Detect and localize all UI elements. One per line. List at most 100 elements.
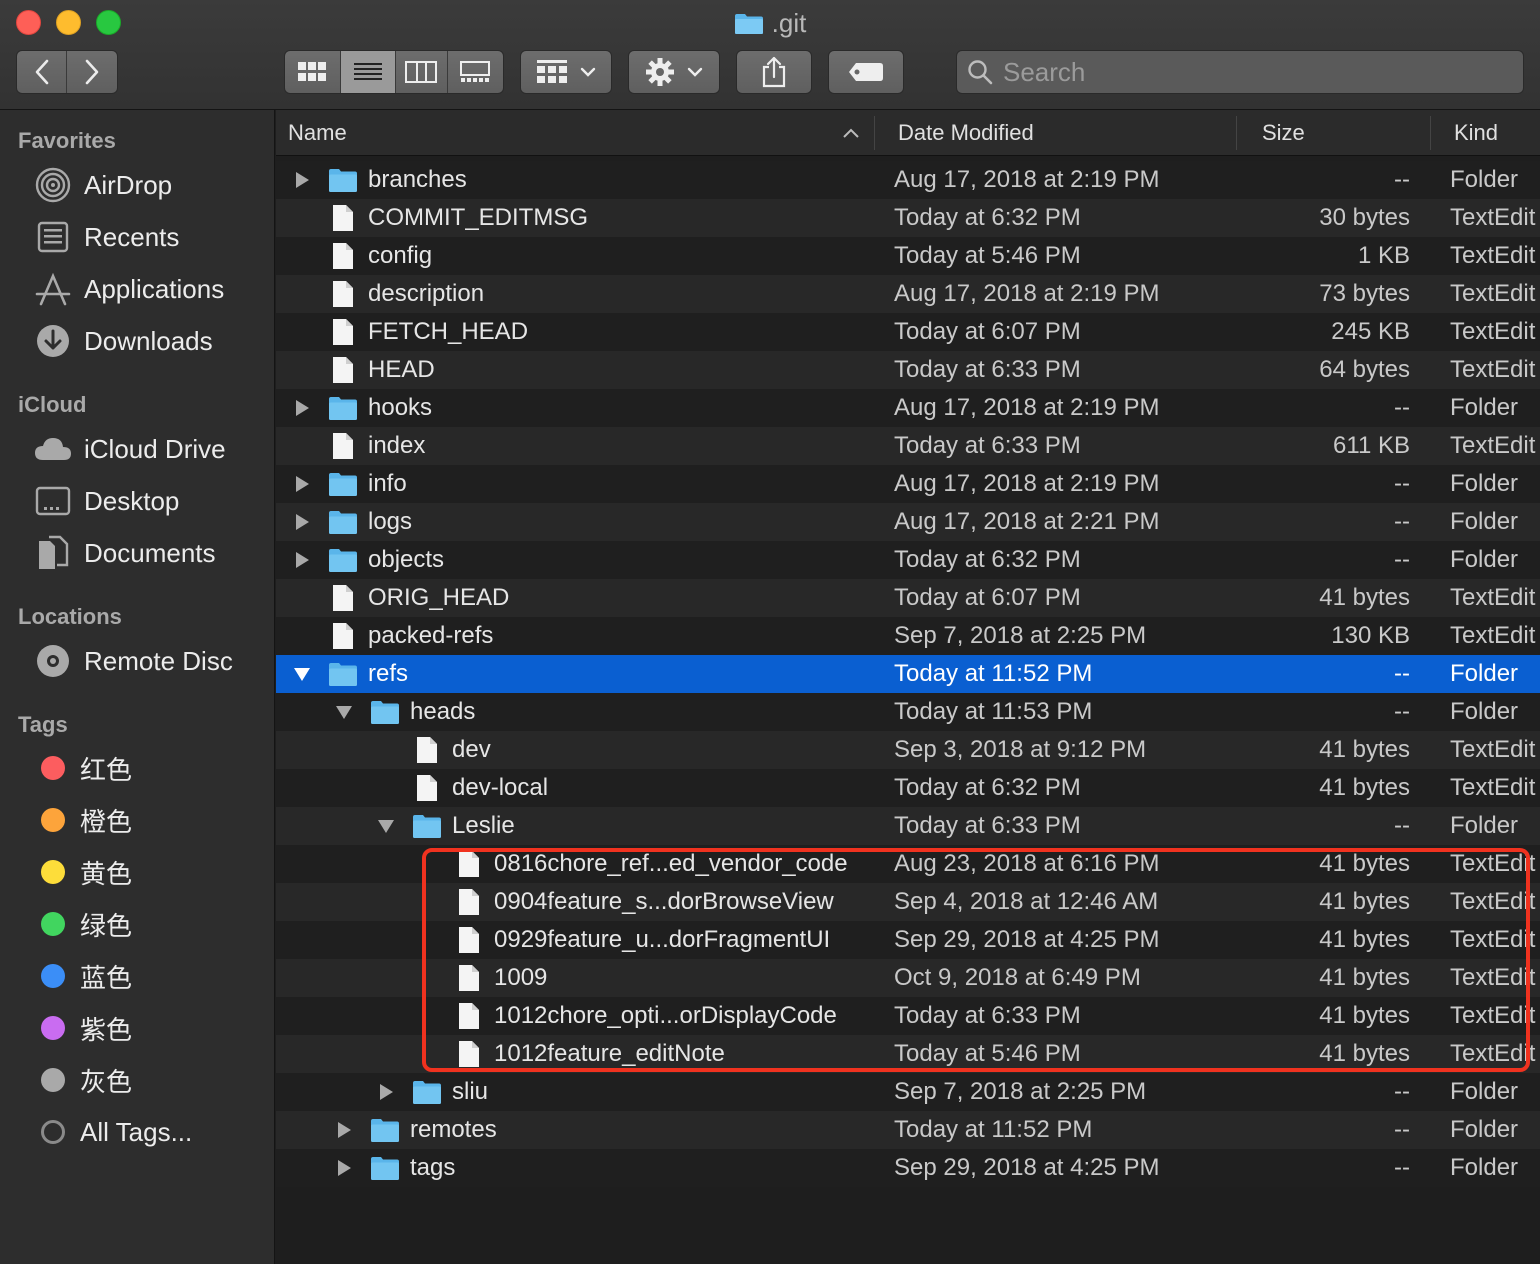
column-divider[interactable] [1236,116,1237,150]
tag-red-dot-icon [41,756,65,780]
icon-view-button[interactable] [285,51,341,93]
folder-icon [371,701,399,724]
share-button[interactable] [736,50,812,94]
disclosure-triangle-collapsed-icon[interactable] [334,1120,354,1140]
sidebar-item-recents[interactable]: Recents [34,217,179,257]
search-field[interactable] [956,50,1524,94]
folder-row[interactable]: refs Today at 11:52 PM -- Folder [276,655,1540,693]
tag-green-dot-icon [41,912,65,936]
group-grid-icon [537,60,567,83]
sidebar-item-icloud-drive[interactable]: iCloud Drive [34,429,226,469]
sidebar-item-tag-purple[interactable]: 紫色 [34,1008,132,1048]
list-view-button[interactable] [340,51,396,93]
gallery-view-button[interactable] [448,51,503,93]
file-date-modified: Today at 6:32 PM [894,546,1081,573]
sidebar-item-label: 紫色 [80,1014,133,1045]
sidebar-item-tag-orange[interactable]: 橙色 [34,800,132,840]
file-row[interactable]: FETCH_HEAD Today at 6:07 PM 245 KB TextEdit [276,313,1540,351]
folder-row[interactable]: info Aug 17, 2018 at 2:19 PM -- Folder [276,465,1540,503]
action-button[interactable] [628,50,720,94]
sidebar-item-remote-disc[interactable]: Remote Disc [34,641,233,681]
folder-row[interactable]: hooks Aug 17, 2018 at 2:19 PM -- Folder [276,389,1540,427]
column-divider[interactable] [1430,116,1431,150]
file-row[interactable]: config Today at 5:46 PM 1 KB TextEdit [276,237,1540,275]
sidebar-item-airdrop[interactable]: AirDrop [34,165,172,205]
file-row[interactable]: packed-refs Sep 7, 2018 at 2:25 PM 130 KB T… [276,617,1540,655]
cloud-icon [34,430,72,468]
file-row[interactable]: HEAD Today at 6:33 PM 64 bytes TextEdit [276,351,1540,389]
file-size: -- [1394,394,1410,421]
file-row[interactable]: 0929feature_u...dorFragmentUI Sep 29, 201… [276,921,1540,959]
sidebar-item-tag-gray[interactable]: 灰色 [34,1060,132,1100]
file-kind: Folder [1450,1154,1519,1181]
sidebar-item-tag-blue[interactable]: 蓝色 [34,956,132,996]
file-row[interactable]: dev-local Today at 6:32 PM 41 bytes TextEdi… [276,769,1540,807]
disclosure-triangle-collapsed-icon[interactable] [292,512,312,532]
file-size: -- [1394,470,1410,497]
sidebar-item-tag-red[interactable]: 红色 [34,748,132,788]
disclosure-triangle-expanded-icon[interactable] [376,816,396,836]
disclosure-triangle-collapsed-icon[interactable] [292,170,312,190]
file-kind: TextEdit [1450,432,1536,459]
file-row[interactable]: index Today at 6:33 PM 611 KB TextEdit [276,427,1540,465]
file-size: 41 bytes [1319,926,1410,953]
sidebar-item-applications[interactable]: Applications [34,269,224,309]
folder-icon [413,1081,441,1104]
folder-row[interactable]: Leslie Today at 6:33 PM -- Folder [276,807,1540,845]
folder-row[interactable]: remotes Today at 11:52 PM -- Folder [276,1111,1540,1149]
folder-row[interactable]: objects Today at 6:32 PM -- Folder [276,541,1540,579]
forward-button[interactable] [67,51,117,93]
file-size: -- [1394,812,1410,839]
group-by-button[interactable] [520,50,612,94]
column-header-size[interactable]: Size [1262,110,1305,156]
folder-row[interactable]: sliu Sep 7, 2018 at 2:25 PM -- Folder [276,1073,1540,1111]
folder-icon [329,169,357,192]
file-size: -- [1394,508,1410,535]
file-row[interactable]: description Aug 17, 2018 at 2:19 PM 73 byt… [276,275,1540,313]
sidebar-item-tag-yellow[interactable]: 黄色 [34,852,132,892]
disclosure-triangle-expanded-icon[interactable] [292,664,312,684]
column-divider[interactable] [874,116,875,150]
file-row[interactable]: 0904feature_s...dorBrowseView Sep 4, 2018… [276,883,1540,921]
file-size: -- [1394,546,1410,573]
disc-icon [34,642,72,680]
file-size: 41 bytes [1319,1040,1410,1067]
file-size: 1 KB [1357,242,1410,269]
folder-row[interactable]: logs Aug 17, 2018 at 2:21 PM -- Folder [276,503,1540,541]
file-row[interactable]: dev Sep 3, 2018 at 9:12 PM 41 bytes TextEdi… [276,731,1540,769]
disclosure-triangle-collapsed-icon[interactable] [292,474,312,494]
file-row[interactable]: 1012chore_opti...orDisplayCode Today at 6… [276,997,1540,1035]
back-button[interactable] [17,51,67,93]
folder-row[interactable]: branches Aug 17, 2018 at 2:19 PM -- Folder [276,161,1540,199]
sidebar-item-tag-green[interactable]: 绿色 [34,904,132,944]
file-row[interactable]: 1012feature_editNote Today at 5:46 PM 41 b… [276,1035,1540,1073]
disclosure-triangle-collapsed-icon[interactable] [292,398,312,418]
file-row[interactable]: ORIG_HEAD Today at 6:07 PM 41 bytes TextEdi… [276,579,1540,617]
file-row[interactable]: COMMIT_EDITMSG Today at 6:32 PM 30 bytes Te… [276,199,1540,237]
sidebar-heading-favorites: Favorites [18,128,116,153]
sidebar-item-desktop[interactable]: Desktop [34,481,179,521]
file-name: 0929feature_u...dorFragmentUI [494,926,831,953]
sidebar-item-all-tags[interactable]: All Tags... [34,1112,192,1152]
edit-tags-button[interactable] [828,50,904,94]
file-row[interactable]: 1009 Oct 9, 2018 at 6:49 PM 41 bytes TextEd… [276,959,1540,997]
column-header-kind[interactable]: Kind [1454,110,1498,156]
search-input[interactable] [1003,56,1483,88]
folder-row[interactable]: tags Sep 29, 2018 at 4:25 PM -- Folder [276,1149,1540,1187]
tag-orange-dot-icon [41,808,65,832]
file-row[interactable]: 0816chore_ref...ed_vendor_code Aug 23, 20… [276,845,1540,883]
file-name: 1012feature_editNote [494,1040,725,1067]
disclosure-triangle-expanded-icon[interactable] [334,702,354,722]
column-header-name[interactable]: Name [288,110,347,156]
file-date-modified: Aug 17, 2018 at 2:19 PM [894,280,1160,307]
disclosure-triangle-collapsed-icon[interactable] [376,1082,396,1102]
file-name: sliu [452,1078,489,1105]
column-view-button[interactable] [396,51,448,93]
disclosure-triangle-collapsed-icon[interactable] [334,1158,354,1178]
sidebar-item-downloads[interactable]: Downloads [34,321,213,361]
disclosure-triangle-collapsed-icon[interactable] [292,550,312,570]
sidebar-item-documents[interactable]: Documents [34,533,216,573]
tag-blue-dot-icon [41,964,65,988]
folder-row[interactable]: heads Today at 11:53 PM -- Folder [276,693,1540,731]
column-header-date-modified[interactable]: Date Modified [898,110,1034,156]
